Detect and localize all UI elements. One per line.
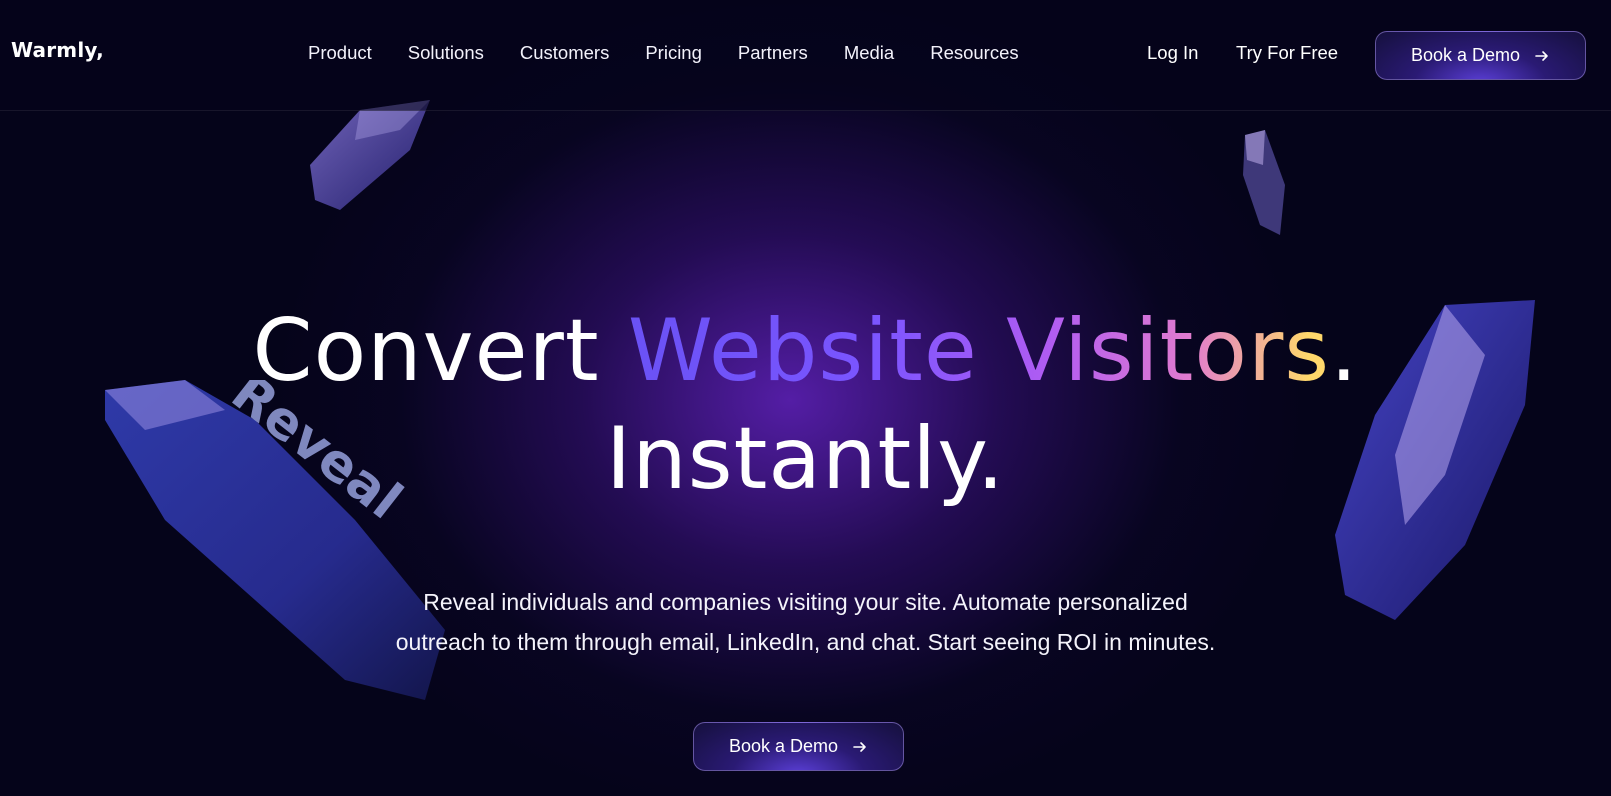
login-link[interactable]: Log In [1147, 42, 1198, 64]
hero-book-demo-label: Book a Demo [728, 736, 839, 756]
hero-book-demo-button[interactable]: Book a Demo [693, 722, 904, 771]
hero-title-period: . [1330, 301, 1359, 401]
header-book-demo-button[interactable]: Book a Demo [1375, 31, 1586, 80]
nav-item-customers[interactable]: Customers [520, 42, 609, 64]
nav-item-product[interactable]: Product [308, 42, 372, 64]
arrow-right-icon [1535, 50, 1548, 61]
nav-item-media[interactable]: Media [844, 42, 894, 64]
hero-title-line2: Instantly. [605, 409, 1006, 509]
warmly-logo[interactable]: Warmly, [11, 38, 104, 62]
nav-item-solutions[interactable]: Solutions [408, 42, 484, 64]
hero-title-line1: Convert Website Visitors. [0, 308, 1611, 394]
nav-item-resources[interactable]: Resources [930, 42, 1018, 64]
nav-item-pricing[interactable]: Pricing [645, 42, 702, 64]
try-for-free-link[interactable]: Try For Free [1236, 42, 1338, 64]
hero-subtitle-line2: outreach to them through email, LinkedIn… [395, 629, 1216, 655]
hero-subtitle: Reveal individuals and companies visitin… [300, 582, 1311, 662]
main-nav: Product Solutions Customers Pricing Part… [308, 42, 1019, 64]
crystal-top-right-decoration [1243, 130, 1285, 235]
site-header: Warmly, Product Solutions Customers Pric… [0, 0, 1611, 111]
arrow-right-icon [853, 741, 866, 752]
hero-subtitle-line1: Reveal individuals and companies visitin… [423, 589, 1188, 615]
hero-title-highlight: Website Visitors [627, 301, 1331, 401]
nav-item-partners[interactable]: Partners [738, 42, 808, 64]
hero-title-convert: Convert [252, 301, 600, 401]
header-book-demo-label: Book a Demo [1410, 45, 1521, 65]
